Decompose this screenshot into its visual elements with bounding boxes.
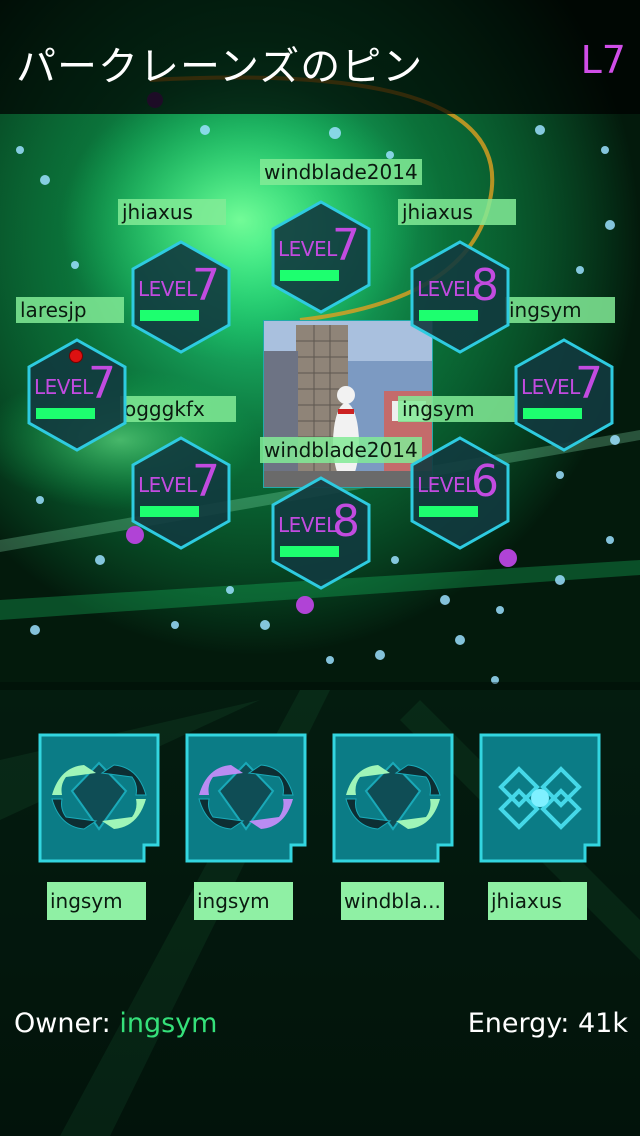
resonator-energy-bar xyxy=(36,408,95,419)
shield-mod-icon xyxy=(38,733,160,863)
resonator-level-number: 7 xyxy=(88,358,116,409)
resonator-slot-s[interactable]: LEVEL 8 xyxy=(270,476,372,590)
resonator-energy-bar xyxy=(419,506,478,517)
resonator-owner-label: jhiaxus xyxy=(398,199,516,225)
resonator-level-label: LEVEL xyxy=(278,237,337,261)
resonator-level-number: 8 xyxy=(471,260,499,311)
resonator-owner-label: ingsym xyxy=(398,396,516,422)
resonator-energy-bar xyxy=(280,270,339,281)
owner-info: Owner: ingsym xyxy=(14,1008,217,1042)
resonator-owner-label: ingsym xyxy=(505,297,615,323)
resonator-slot-ne[interactable]: LEVEL 8 xyxy=(409,240,511,354)
resonator-energy-bar xyxy=(140,310,199,321)
resonator-slot-e[interactable]: LEVEL 7 xyxy=(513,338,615,452)
multi-hack-mod-icon xyxy=(479,733,601,863)
mod-slot-4[interactable] xyxy=(479,733,601,863)
shield-mod-icon xyxy=(185,733,307,863)
resonator-level-number: 7 xyxy=(192,260,220,311)
resonator-level-number: 7 xyxy=(192,456,220,507)
resonator-energy-bar xyxy=(140,506,199,517)
mod-owner-label[interactable]: windbla... xyxy=(341,882,444,920)
resonator-energy-bar xyxy=(523,408,582,419)
energy-label: Energy: xyxy=(467,1008,570,1039)
mod-owner-label[interactable]: ingsym xyxy=(47,882,146,920)
portal-title: パークレーンズのピン xyxy=(16,44,424,90)
resonator-level-number: 7 xyxy=(575,358,603,409)
player-location-dot xyxy=(69,349,83,363)
resonator-level-number: 6 xyxy=(471,456,499,507)
resonator-level-label: LEVEL xyxy=(138,277,197,301)
owner-label: Owner: xyxy=(14,1008,111,1039)
resonator-level-label: LEVEL xyxy=(521,375,580,399)
resonator-owner-label: windblade2014 xyxy=(260,437,422,463)
owner-name[interactable]: ingsym xyxy=(119,1008,217,1039)
mod-owner-label[interactable]: ingsym xyxy=(194,882,293,920)
resonator-level-number: 8 xyxy=(332,496,360,547)
resonator-slot-sw[interactable]: LEVEL 7 xyxy=(130,436,232,550)
mod-owner-label[interactable]: jhiaxus xyxy=(488,882,587,920)
resonator-owner-label: laresjp xyxy=(16,297,124,323)
resonator-level-label: LEVEL xyxy=(138,473,197,497)
mod-slot-3[interactable] xyxy=(332,733,454,863)
resonator-level-label: LEVEL xyxy=(417,473,476,497)
portal-header: パークレーンズのピン L7 xyxy=(0,0,640,114)
resonator-level-number: 7 xyxy=(332,220,360,271)
resonator-energy-bar xyxy=(419,310,478,321)
energy-value: 41k xyxy=(578,1008,628,1039)
resonator-level-label: LEVEL xyxy=(278,513,337,537)
resonator-slot-se[interactable]: LEVEL 6 xyxy=(409,436,511,550)
resonator-slot-nw[interactable]: LEVEL 7 xyxy=(130,240,232,354)
resonator-owner-label: windblade2014 xyxy=(260,159,422,185)
mod-slot-1[interactable] xyxy=(38,733,160,863)
resonator-owner-label: ogggkfx xyxy=(120,396,236,422)
energy-info: Energy: 41k xyxy=(468,1008,628,1042)
shield-mod-icon xyxy=(332,733,454,863)
resonator-slot-n[interactable]: LEVEL 7 xyxy=(270,200,372,314)
mod-slot-2[interactable] xyxy=(185,733,307,863)
portal-level-badge: L7 xyxy=(580,38,626,82)
resonator-owner-label: jhiaxus xyxy=(118,199,226,225)
resonator-energy-bar xyxy=(280,546,339,557)
resonator-level-label: LEVEL xyxy=(417,277,476,301)
resonator-level-label: LEVEL xyxy=(34,375,93,399)
